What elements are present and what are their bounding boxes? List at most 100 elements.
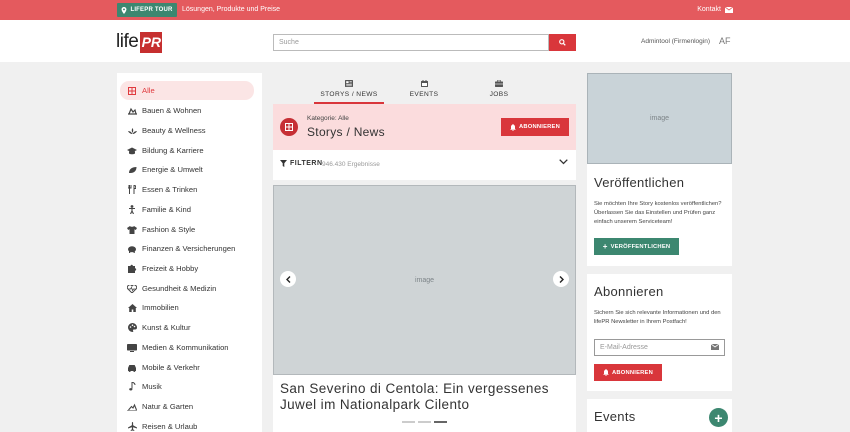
tab-label: STORYS / NEWS: [320, 91, 378, 98]
sidebar-item-label: Bildung & Karriere: [142, 146, 204, 155]
tagline-link[interactable]: Lösungen, Produkte und Preise: [182, 0, 280, 20]
music-icon: [125, 382, 139, 391]
sidebar-item-fashion[interactable]: Fashion & Style: [120, 220, 254, 239]
category-header: Kategorie: Alle Storys / News ABONNIEREN: [273, 104, 576, 150]
sidebar-item-freizeit[interactable]: Freizeit & Hobby: [120, 259, 254, 278]
sidebar-item-essen[interactable]: Essen & Trinken: [120, 180, 254, 199]
filter-toggle[interactable]: FILTERN: [280, 160, 323, 167]
sidebar-item-bildung[interactable]: Bildung & Karriere: [120, 141, 254, 160]
envelope-icon: [725, 7, 733, 13]
sidebar-item-label: Essen & Trinken: [142, 185, 198, 194]
sidebar-item-reisen[interactable]: Reisen & Urlaub: [120, 417, 254, 432]
publish-button[interactable]: + VERÖFFENTLICHEN: [594, 238, 679, 255]
content-tabs: STORYS / NEWS EVENTS JOBS: [273, 73, 576, 104]
sidebar-item-label: Mobile & Verkehr: [142, 363, 200, 372]
briefcase-icon: [464, 80, 534, 87]
sidebar-item-label: Kunst & Kultur: [142, 323, 191, 332]
sidebar-item-immobilien[interactable]: Immobilien: [120, 298, 254, 317]
search-input[interactable]: Suche: [273, 34, 549, 51]
filter-bar[interactable]: FILTERN 946.430 Ergebnisse: [273, 150, 576, 180]
sidebar-item-label: Familie & Kind: [142, 205, 191, 214]
logo-text: life: [116, 31, 139, 52]
sidebar-item-familie[interactable]: Familie & Kind: [120, 200, 254, 219]
tab-jobs[interactable]: JOBS: [464, 73, 534, 104]
tree-icon: [125, 403, 139, 411]
tab-events[interactable]: EVENTS: [389, 73, 459, 104]
shirt-icon: [125, 225, 139, 234]
previous-slide-button[interactable]: [280, 271, 296, 287]
sidebar-item-label: Natur & Garten: [142, 402, 194, 411]
subscribe-category-button[interactable]: ABONNIEREN: [501, 118, 569, 136]
newsletter-button-label: ABONNIEREN: [612, 369, 653, 376]
newspaper-icon: [314, 80, 384, 87]
piggy-bank-icon: [125, 245, 139, 253]
publish-box: image Veröffentlichen Sie möchten Ihre S…: [587, 73, 732, 266]
sidebar-item-finanzen[interactable]: Finanzen & Versicherungen: [120, 239, 254, 258]
plus-icon: +: [602, 241, 608, 251]
sidebar-item-alle[interactable]: Alle: [120, 81, 254, 100]
email-field[interactable]: E-Mail-Adresse: [594, 339, 725, 356]
publish-image: image: [587, 73, 732, 164]
slide-dot[interactable]: [418, 421, 431, 423]
sidebar-item-beauty[interactable]: Beauty & Wellness: [120, 121, 254, 140]
slide-dot-active[interactable]: [434, 421, 447, 423]
cutlery-icon: [125, 185, 139, 194]
lifepr-logo[interactable]: life PR: [116, 31, 163, 53]
sidebar-item-bauen[interactable]: Bauen & Wohnen: [120, 101, 254, 120]
sidebar-item-natur[interactable]: Natur & Garten: [120, 397, 254, 416]
plane-icon: [125, 422, 139, 431]
add-event-button[interactable]: +: [709, 408, 728, 427]
newsletter-title: Abonnieren: [594, 284, 664, 299]
sidebar-item-gesundheit[interactable]: Gesundheit & Medizin: [120, 279, 254, 298]
subscribe-label: ABONNIEREN: [519, 124, 560, 130]
kontakt-link[interactable]: Kontakt: [697, 0, 733, 20]
sidebar-item-label: Energie & Umwelt: [142, 165, 203, 174]
lifepr-tour-button[interactable]: LIFEPR TOUR: [117, 3, 177, 17]
publish-text: Sie möchten Ihre Story kostenlos veröffe…: [594, 201, 722, 225]
kontakt-label: Kontakt: [697, 6, 721, 13]
story-card[interactable]: image San Severino di Centola: Ein verge…: [273, 185, 576, 432]
newsletter-text: Sichern Sie sich relevante Informationen…: [594, 310, 721, 325]
sidebar-item-label: Musik: [142, 382, 162, 391]
admin-login-link[interactable]: Admintool (Firmenlogin): [641, 38, 710, 45]
publish-button-label: VERÖFFENTLICHEN: [610, 243, 671, 250]
sidebar-item-mobile[interactable]: Mobile & Verkehr: [120, 358, 254, 377]
chevron-left-icon: [285, 275, 290, 283]
sidebar-item-kunst[interactable]: Kunst & Kultur: [120, 318, 254, 337]
spa-icon: [125, 127, 139, 135]
sidebar-item-energie[interactable]: Energie & Umwelt: [120, 160, 254, 179]
next-slide-button[interactable]: [553, 271, 569, 287]
tab-label: EVENTS: [409, 91, 439, 98]
sidebar-item-label: Fashion & Style: [142, 225, 196, 234]
tab-label: JOBS: [489, 91, 509, 98]
story-headline[interactable]: San Severino di Centola: Ein vergessenes…: [280, 381, 570, 413]
top-bar: LIFEPR TOUR Lösungen, Produkte und Preis…: [0, 0, 850, 20]
tour-label: LIFEPR TOUR: [130, 7, 173, 13]
events-title: Events: [594, 409, 636, 424]
bell-icon: [603, 369, 609, 376]
child-icon: [125, 205, 139, 214]
newsletter-subscribe-button[interactable]: ABONNIEREN: [594, 364, 662, 381]
sidebar-item-label: Finanzen & Versicherungen: [142, 244, 236, 253]
graduation-icon: [125, 147, 139, 155]
calendar-icon: [389, 80, 459, 87]
slide-dot[interactable]: [402, 421, 415, 423]
user-initials[interactable]: AF: [719, 36, 731, 46]
tab-storys-news[interactable]: STORYS / NEWS: [314, 73, 384, 104]
email-placeholder: E-Mail-Adresse: [600, 344, 648, 351]
sidebar-item-medien[interactable]: Medien & Kommunikation: [120, 338, 254, 357]
sidebar-item-musik[interactable]: Musik: [120, 377, 254, 396]
events-box: Events +: [587, 399, 732, 432]
image-placeholder-label: image: [414, 276, 435, 284]
house-icon: [125, 303, 139, 312]
publish-title: Veröffentlichen: [594, 175, 685, 190]
envelope-icon: [711, 344, 719, 350]
chevron-down-icon[interactable]: [559, 159, 568, 165]
category-label: Kategorie: Alle: [307, 115, 349, 122]
results-count: 946.430 Ergebnisse: [322, 161, 380, 168]
search-button[interactable]: [549, 34, 576, 51]
funnel-icon: [280, 160, 287, 167]
story-image[interactable]: image: [273, 185, 576, 375]
search-icon: [559, 39, 566, 46]
heartbeat-icon: [125, 284, 139, 293]
